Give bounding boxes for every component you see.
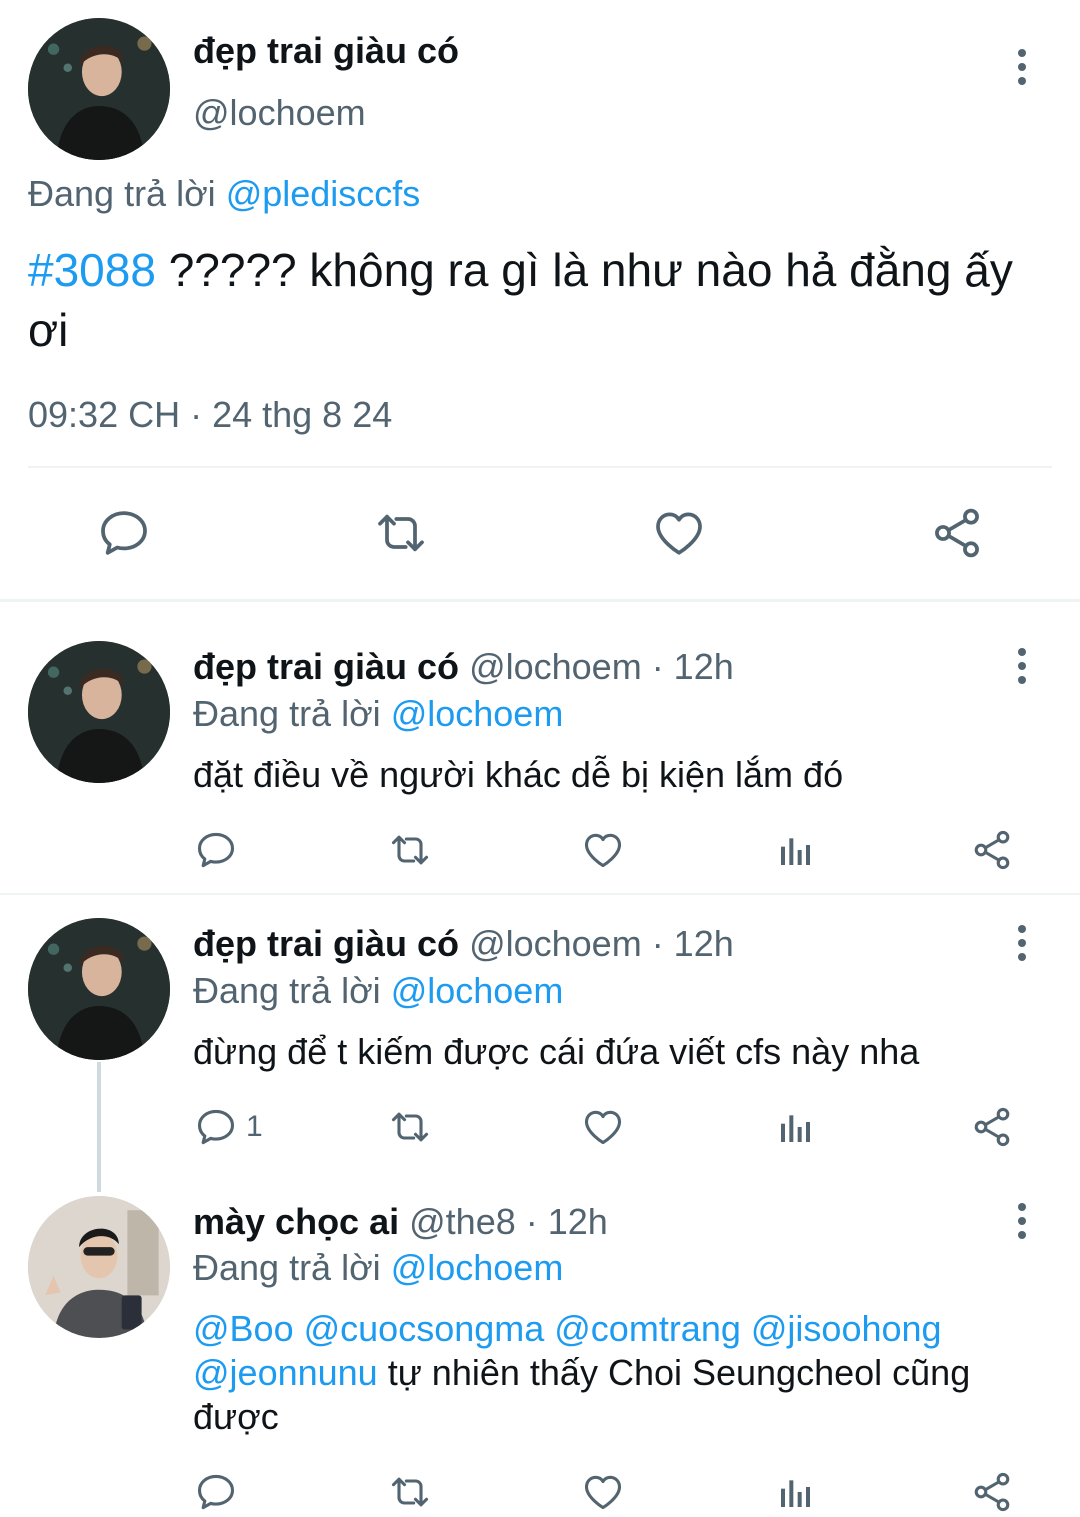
handle[interactable]: @lochoem: [469, 646, 642, 687]
display-name[interactable]: mày chọc ai: [193, 1201, 399, 1242]
profile-photo: [28, 18, 170, 160]
analytics-icon[interactable]: [776, 1472, 816, 1512]
heart-icon[interactable]: [581, 828, 625, 872]
reply-header: mày chọc ai @the8 · 12h: [193, 1201, 608, 1243]
replying-prefix: Đang trả lời: [193, 693, 381, 734]
timestamp: 09:32 CH · 24 thg 8 24: [28, 394, 393, 435]
tweet-text: đừng để t kiếm được cái đứa viết cfs này…: [193, 1031, 920, 1072]
replying-to-link[interactable]: @lochoem: [391, 693, 564, 734]
thread-line: [97, 1062, 101, 1192]
reply-header: đẹp trai giàu có @lochoem · 12h: [193, 923, 734, 965]
replying-to-link[interactable]: @lochoem: [391, 1247, 564, 1288]
replying-prefix: Đang trả lời: [193, 1247, 381, 1288]
reply-header: đẹp trai giàu có @lochoem · 12h: [193, 646, 734, 688]
retweet-icon[interactable]: [370, 505, 432, 561]
analytics-icon[interactable]: [776, 830, 816, 870]
share-icon[interactable]: [970, 1470, 1014, 1514]
mention-link[interactable]: @jeonnunu: [193, 1352, 378, 1393]
tweet-text: đặt điều về người khác dễ bị kiện lắm đó: [193, 754, 844, 795]
section-divider: [0, 893, 1080, 895]
relative-time: · 12h: [641, 646, 734, 687]
replying-to-link[interactable]: @pledisccfs: [226, 173, 421, 214]
replying-to: Đang trả lời @lochoem: [193, 693, 563, 735]
heart-icon[interactable]: [651, 505, 707, 561]
more-options-icon[interactable]: [1002, 1196, 1042, 1246]
comment-icon[interactable]: [96, 505, 152, 561]
tweet-text: #3088 ????? không ra gì là như nào hả đằ…: [28, 240, 1058, 360]
more-options-icon[interactable]: [1002, 42, 1042, 92]
heart-icon[interactable]: [581, 1105, 625, 1149]
comment-icon[interactable]: [194, 828, 238, 872]
handle[interactable]: @lochoem: [193, 92, 366, 134]
more-options-icon[interactable]: [1002, 641, 1042, 691]
tweet-body: được: [193, 1396, 279, 1437]
avatar[interactable]: [28, 1196, 170, 1338]
replying-prefix: Đang trả lời: [28, 173, 216, 214]
hashtag-link[interactable]: #3088: [28, 244, 156, 296]
replying-to: Đang trả lời @pledisccfs: [28, 173, 420, 215]
more-options-icon[interactable]: [1002, 918, 1042, 968]
replying-to: Đang trả lời @lochoem: [193, 970, 563, 1012]
tweet-body: tự nhiên thấy Choi Seungcheol cũng: [377, 1352, 971, 1393]
section-divider: [0, 599, 1080, 602]
replying-to: Đang trả lời @lochoem: [193, 1247, 563, 1289]
avatar[interactable]: [28, 918, 170, 1060]
replying-prefix: Đang trả lời: [193, 970, 381, 1011]
share-icon[interactable]: [970, 1105, 1014, 1149]
profile-photo: [28, 918, 170, 1060]
share-icon[interactable]: [929, 505, 985, 561]
profile-photo: [28, 1196, 170, 1338]
replying-to-link[interactable]: @lochoem: [391, 970, 564, 1011]
retweet-icon[interactable]: [385, 1470, 435, 1514]
display-name[interactable]: đẹp trai giàu có: [193, 923, 459, 964]
reply-count: 1: [246, 1110, 263, 1143]
display-name[interactable]: đẹp trai giàu có: [193, 646, 459, 687]
display-name[interactable]: đẹp trai giàu có: [193, 30, 459, 72]
analytics-icon[interactable]: [776, 1107, 816, 1147]
handle[interactable]: @the8: [409, 1201, 516, 1242]
mentions[interactable]: @Boo @cuocsongma @comtrang @jisoohong: [193, 1307, 1073, 1351]
profile-photo: [28, 641, 170, 783]
avatar[interactable]: [28, 641, 170, 783]
relative-time: · 12h: [515, 1201, 608, 1242]
handle[interactable]: @lochoem: [469, 923, 642, 964]
comment-icon[interactable]: [194, 1470, 238, 1514]
relative-time: · 12h: [641, 923, 734, 964]
retweet-icon[interactable]: [385, 828, 435, 872]
comment-icon[interactable]: 1: [194, 1105, 263, 1149]
divider: [28, 466, 1052, 468]
tweet-body: ????? không ra gì là như nào hả đằng ấy …: [28, 244, 1013, 356]
heart-icon[interactable]: [581, 1470, 625, 1514]
share-icon[interactable]: [970, 828, 1014, 872]
avatar[interactable]: [28, 18, 170, 160]
retweet-icon[interactable]: [385, 1105, 435, 1149]
tweet-text: @Boo @cuocsongma @comtrang @jisoohong @j…: [193, 1307, 1073, 1439]
